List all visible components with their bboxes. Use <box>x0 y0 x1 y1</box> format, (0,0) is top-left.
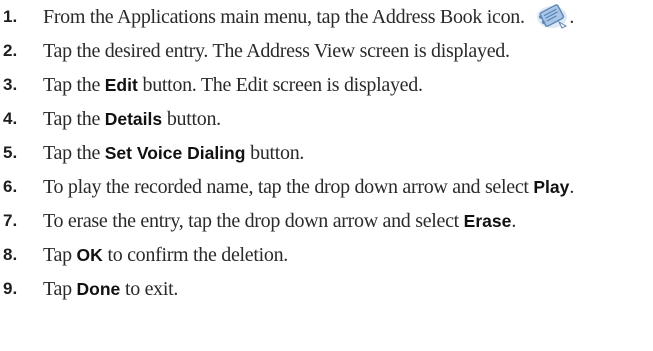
instruction-step: 6. To play the recorded name, tap the dr… <box>0 170 653 204</box>
step-text-segment: to confirm the deletion. <box>102 244 288 266</box>
step-text: Tap Done to exit. <box>43 272 178 306</box>
step-text-segment: button. The Edit screen is displayed. <box>137 74 423 96</box>
instruction-step: 3. Tap the Edit button. The Edit screen … <box>0 68 653 102</box>
step-text: Tap the Details button. <box>43 102 221 136</box>
ui-button-reference: OK <box>76 245 103 265</box>
step-text-suffix: . <box>569 6 575 28</box>
step-number: 7. <box>3 211 18 230</box>
step-text-segment: Tap the <box>43 142 105 164</box>
instruction-step: 4. Tap the Details button. <box>0 102 653 136</box>
ui-button-reference: Edit <box>104 75 138 95</box>
step-text: To erase the entry, tap the drop down ar… <box>43 204 516 238</box>
step-text-segment: Tap <box>43 278 77 300</box>
step-number: 2. <box>3 41 18 60</box>
step-text-segment: . <box>569 176 575 198</box>
step-text-segment: button. <box>245 142 305 164</box>
instruction-step: 7. To erase the entry, tap the drop down… <box>0 204 653 238</box>
step-text-segment: Tap <box>43 244 77 266</box>
step-text: Tap the desired entry. The Address View … <box>43 34 510 68</box>
ui-button-reference: Details <box>104 109 163 129</box>
ui-button-reference: Done <box>76 279 121 299</box>
step-text-segment: . <box>511 210 517 232</box>
step-text: From the Applications main menu, tap the… <box>43 0 574 34</box>
step-text-segment: To erase the entry, tap the drop down ar… <box>43 210 464 232</box>
ui-button-reference: Set Voice Dialing <box>104 143 246 163</box>
step-text-segment: Tap the <box>43 108 105 130</box>
step-number: 4. <box>3 109 18 128</box>
instruction-step: 1. From the Applications main menu, tap … <box>0 0 653 34</box>
step-number: 9. <box>3 279 18 298</box>
step-number: 1. <box>3 7 18 26</box>
step-number: 8. <box>3 245 18 264</box>
step-text-segment: From the Applications main menu, tap the… <box>43 6 530 28</box>
step-text-segment: Tap the desired entry. The Address View … <box>43 40 510 62</box>
instruction-list: 1. From the Applications main menu, tap … <box>0 0 653 306</box>
step-text: Tap the Set Voice Dialing button. <box>43 136 304 170</box>
ui-option-reference: Erase <box>463 211 512 231</box>
instruction-step: 8. Tap OK to confirm the deletion. <box>0 238 653 272</box>
step-number: 5. <box>3 143 18 162</box>
step-text: Tap OK to confirm the deletion. <box>43 238 288 272</box>
step-text-segment: to exit. <box>120 278 179 300</box>
ui-option-reference: Play <box>533 177 570 197</box>
step-text-segment: button. <box>162 108 221 130</box>
step-number: 3. <box>3 75 18 94</box>
step-number: 6. <box>3 177 18 196</box>
step-text: To play the recorded name, tap the drop … <box>43 170 574 204</box>
step-text-segment: Tap the <box>43 74 105 96</box>
address-book-icon <box>535 2 569 30</box>
step-text: Tap the Edit button. The Edit screen is … <box>43 68 423 102</box>
step-text-segment: To play the recorded name, tap the drop … <box>43 176 534 198</box>
instruction-step: 9. Tap Done to exit. <box>0 272 653 306</box>
instruction-step: 5. Tap the Set Voice Dialing button. <box>0 136 653 170</box>
instruction-step: 2. Tap the desired entry. The Address Vi… <box>0 34 653 68</box>
